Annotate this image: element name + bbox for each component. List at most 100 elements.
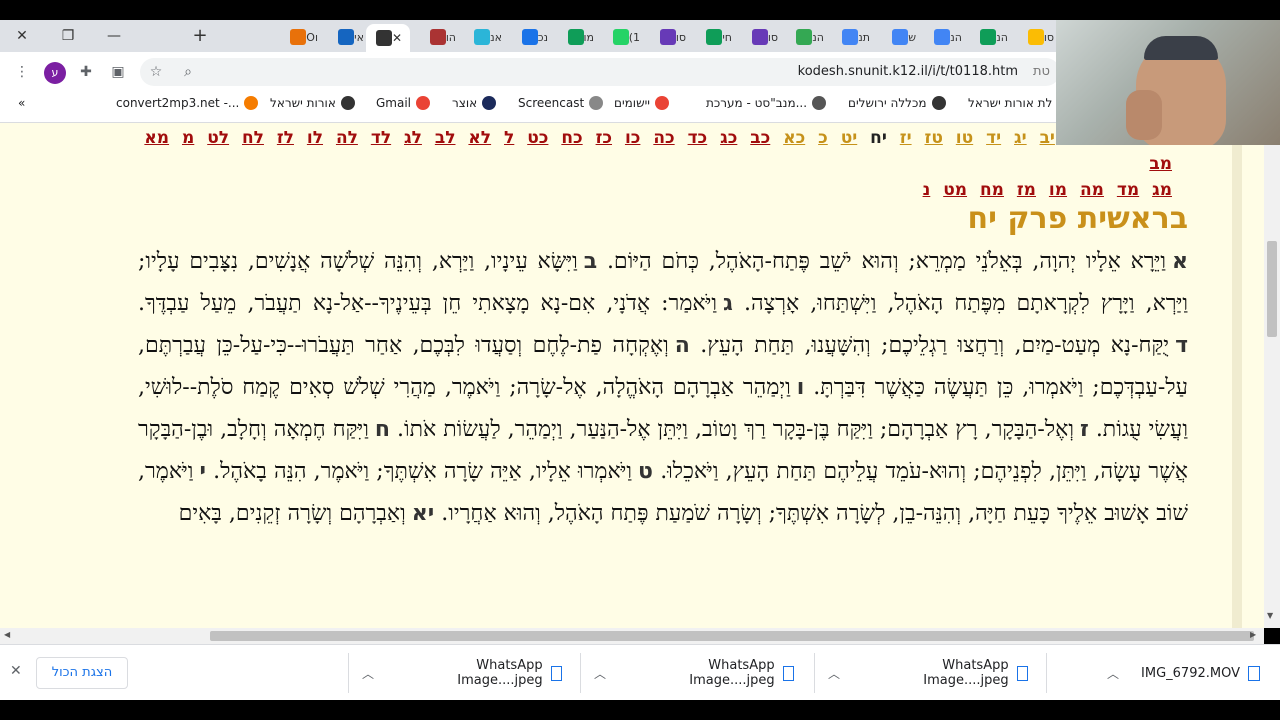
chapter-link[interactable]: מא [144, 128, 169, 148]
chapter-link[interactable]: מט [943, 180, 967, 200]
chapter-link[interactable]: לח [242, 128, 264, 148]
chapter-link[interactable]: כח [561, 128, 582, 148]
tab-label: תנ [858, 30, 870, 44]
chapter-link[interactable]: לז [277, 128, 294, 148]
chevron-up-icon[interactable]: ︿ [362, 665, 374, 682]
browser-tab[interactable]: נכ [504, 24, 548, 50]
chapter-link[interactable]: מז [1017, 180, 1036, 200]
browser-tab[interactable]: הנ [780, 24, 824, 50]
bookmark-item[interactable]: אורות ישראל [270, 96, 355, 110]
browser-tab[interactable]: Oı [274, 24, 318, 50]
chapter-link[interactable]: יג [1014, 128, 1027, 148]
browser-tab[interactable]: הנ [918, 24, 962, 50]
tab-favicon-icon [706, 29, 723, 45]
vertical-scrollbar[interactable]: ▲ ▼ [1264, 123, 1280, 628]
extensions-icon[interactable]: ✚ [76, 62, 96, 82]
chapter-link[interactable]: כ [818, 128, 828, 148]
browser-tab[interactable]: סו [642, 24, 686, 50]
chapter-link[interactable]: לט [207, 128, 229, 148]
url-text[interactable]: kodesh.snunit.k12.il/i/t/t0118.htm [798, 64, 1018, 79]
avatar[interactable]: ע [44, 62, 66, 84]
close-window-icon[interactable]: ✕ [12, 26, 32, 46]
browser-tab[interactable]: סו [1010, 24, 1054, 50]
new-tab-icon[interactable]: + [190, 26, 210, 46]
browser-tab[interactable]: אנ [458, 24, 502, 50]
extension-box-icon[interactable]: ▣ [108, 62, 128, 82]
chapter-link[interactable]: יב [1040, 128, 1055, 148]
chapter-link[interactable]: מח [980, 180, 1004, 200]
close-downloads-icon[interactable]: ✕ [10, 663, 22, 679]
verse-number: יא [411, 501, 435, 526]
browser-tab[interactable]: מו [550, 24, 594, 50]
browser-tab[interactable]: הו [412, 24, 456, 50]
chapter-link[interactable]: כא [783, 128, 805, 148]
browser-tab[interactable]: הנ [964, 24, 1008, 50]
chapter-link[interactable]: נ [923, 180, 931, 200]
chapter-link[interactable]: טז [925, 128, 943, 148]
download-item[interactable]: IMG_6792.MOV ︿ [1060, 653, 1260, 693]
bookmark-item[interactable]: מנב"סט - מערכת... [706, 96, 827, 110]
bookmark-star-icon[interactable]: ☆ [146, 62, 166, 82]
download-item[interactable]: WhatsApp Image....jpeg ︿ [362, 653, 562, 693]
chapter-link[interactable]: מה [1080, 180, 1104, 200]
chapter-link[interactable]: לו [307, 128, 323, 148]
chapter-link[interactable]: מ [182, 128, 194, 148]
address-bar[interactable]: ☆ ⌕ kodesh.snunit.k12.il/i/t/t0118.htm ט… [140, 58, 1060, 86]
restore-window-icon[interactable]: ❐ [58, 26, 78, 46]
scroll-left-icon[interactable]: ◀ [4, 630, 10, 639]
show-all-downloads-button[interactable]: הצגת הכול [36, 657, 128, 689]
chevron-up-icon[interactable]: ︿ [1107, 665, 1119, 682]
chapter-link[interactable]: לד [371, 128, 391, 148]
chapter-link[interactable]: כט [527, 128, 548, 148]
chevron-up-icon[interactable]: ︿ [828, 665, 840, 682]
chapter-link[interactable]: לה [336, 128, 358, 148]
chapter-link[interactable]: ל [504, 128, 514, 148]
bookmark-item[interactable]: יישומים [614, 96, 669, 110]
menu-dots-icon[interactable]: ⋮ [12, 62, 32, 82]
chapter-link[interactable]: לג [404, 128, 422, 148]
zoom-icon[interactable]: ⌕ [178, 62, 198, 82]
bookmark-item[interactable]: convert2mp3.net -... [116, 96, 259, 110]
chapter-link[interactable]: טו [956, 128, 973, 148]
bookmark-item[interactable]: מכללה ירושלים [848, 96, 946, 110]
horizontal-scroll-thumb[interactable] [210, 631, 1254, 641]
chapter-link[interactable]: לא [468, 128, 491, 148]
chapter-link[interactable]: יד [986, 128, 1001, 148]
download-item[interactable]: WhatsApp Image....jpeg ︿ [594, 653, 794, 693]
scroll-right-icon[interactable]: ▶ [1250, 630, 1256, 639]
browser-tab[interactable]: ✕ [366, 24, 410, 52]
chapter-link[interactable]: כד [688, 128, 708, 148]
chapter-link[interactable]: לב [435, 128, 456, 148]
browser-tab[interactable]: תנ [826, 24, 870, 50]
browser-tab[interactable]: אי [320, 24, 364, 50]
horizontal-scrollbar[interactable]: ◀ ▶ [0, 628, 1264, 644]
bookmark-item[interactable]: Screencast [518, 96, 604, 110]
download-item[interactable]: WhatsApp Image....jpeg ︿ [828, 653, 1028, 693]
bottom-black-bar [0, 700, 1280, 720]
bookmark-item[interactable]: Gmail [376, 96, 431, 110]
browser-tab[interactable]: חי [688, 24, 732, 50]
minimize-window-icon[interactable]: — [104, 26, 124, 46]
chapter-link[interactable]: מב [1149, 154, 1172, 174]
chapter-link[interactable]: כו [625, 128, 640, 148]
chapter-link[interactable]: מו [1049, 180, 1067, 200]
chapter-link[interactable]: כה [653, 128, 674, 148]
browser-tab[interactable]: 1) [596, 24, 640, 50]
close-tab-icon[interactable]: ✕ [392, 31, 402, 45]
chapter-link[interactable]: מד [1117, 180, 1139, 200]
scroll-down-icon[interactable]: ▼ [1267, 611, 1273, 620]
chapter-link[interactable]: יז [900, 128, 912, 148]
chapter-link[interactable]: יט [841, 128, 858, 148]
chapter-link[interactable]: כב [750, 128, 770, 148]
browser-tab[interactable]: סו [734, 24, 778, 50]
browser-tab[interactable]: ש [872, 24, 916, 50]
bookmark-item[interactable]: אוצר [452, 96, 497, 110]
chapter-link[interactable]: כז [596, 128, 612, 148]
chevron-up-icon[interactable]: ︿ [594, 665, 606, 682]
chapter-link[interactable]: מג [1152, 180, 1172, 200]
vertical-scroll-thumb[interactable] [1267, 241, 1277, 337]
chapter-link[interactable]: כג [720, 128, 737, 148]
file-icon [1248, 665, 1260, 681]
url-prefix: טת [1033, 64, 1050, 79]
bookmarks-overflow-icon[interactable]: « [18, 96, 25, 110]
